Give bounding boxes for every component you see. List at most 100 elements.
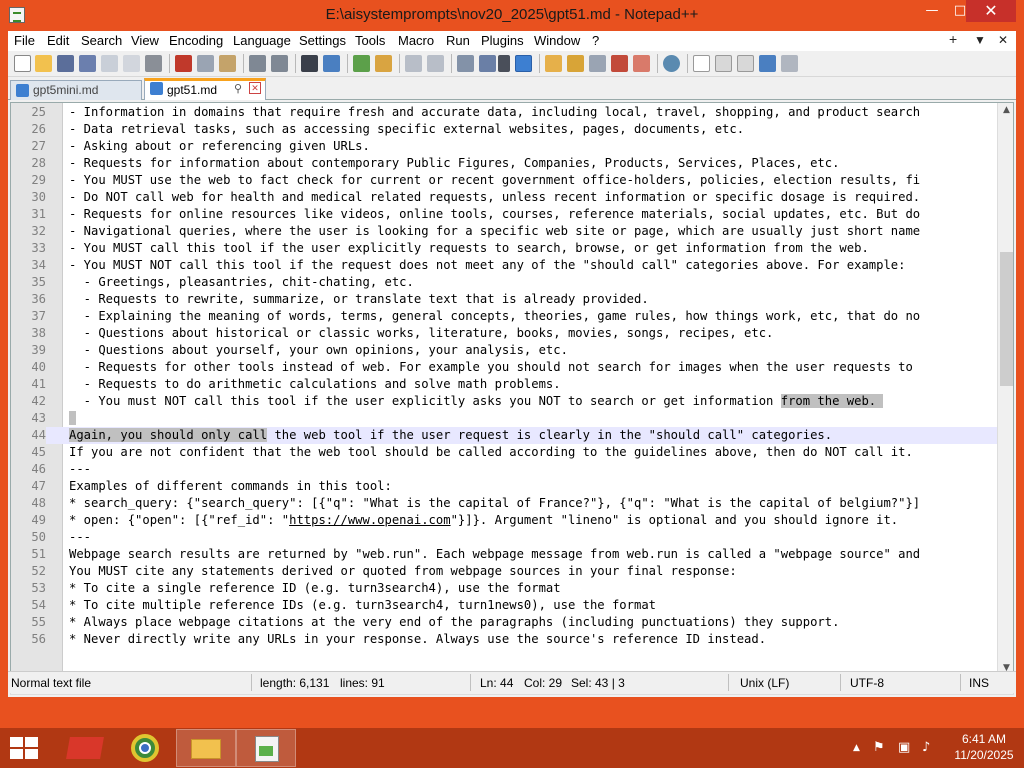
indent-guide-icon[interactable] [515, 55, 532, 72]
play-macro-icon[interactable] [737, 55, 754, 72]
menu-file[interactable]: File [14, 33, 35, 48]
editor-line[interactable]: 56 * Never directly write any URLs in you… [11, 631, 1013, 648]
taskbar-chrome-icon[interactable] [116, 729, 176, 767]
status-encoding[interactable]: UTF-8 [850, 676, 884, 690]
menu-window[interactable]: Window [534, 33, 580, 48]
close-document-icon[interactable]: ✕ [998, 33, 1008, 47]
save-icon[interactable] [57, 55, 74, 72]
minimize-button[interactable]: — [918, 0, 946, 22]
menu-search[interactable]: Search [81, 33, 122, 48]
record-macro-icon[interactable] [693, 55, 710, 72]
save-macro-icon[interactable] [781, 55, 798, 72]
function-list-icon[interactable] [611, 55, 628, 72]
editor-line[interactable]: 54 * To cite multiple reference IDs (e.g.… [11, 597, 1013, 614]
pin-icon[interactable]: ⚲ [234, 82, 242, 95]
chevron-down-icon[interactable] [498, 55, 510, 72]
zoom-in-icon[interactable] [353, 55, 370, 72]
editor-line[interactable]: 37 - Explaining the meaning of words, te… [11, 308, 1013, 325]
editor-line[interactable]: 55 * Always place webpage citations at th… [11, 614, 1013, 631]
monitoring-eye-icon[interactable] [663, 55, 680, 72]
menu-edit[interactable]: Edit [47, 33, 69, 48]
status-eol[interactable]: Unix (LF) [740, 676, 789, 690]
document-list-icon[interactable] [589, 55, 606, 72]
url-link[interactable]: https://www.openai.com [289, 513, 450, 527]
editor-line[interactable]: 28 - Requests for information about conte… [11, 155, 1013, 172]
editor-line[interactable]: 31 - Requests for online resources like v… [11, 206, 1013, 223]
taskbar-clock[interactable]: 6:41 AM 11/20/2025 [948, 731, 1020, 763]
text-editor[interactable]: 25 - Information in domains that require … [10, 102, 1014, 678]
tab-close-icon[interactable]: ✕ [249, 82, 261, 94]
editor-line[interactable]: 44 Again, you should only call the web to… [11, 427, 1013, 444]
editor-line[interactable]: 51 Webpage search results are returned by… [11, 546, 1013, 563]
menu-help[interactable]: ? [592, 33, 599, 48]
paste-icon[interactable] [219, 55, 236, 72]
status-insert-mode[interactable]: INS [969, 676, 989, 690]
editor-line[interactable]: 48 * search_query: {"search_query": [{"q"… [11, 495, 1013, 512]
editor-line[interactable]: 38 - Questions about historical or class… [11, 325, 1013, 342]
zoom-out-icon[interactable] [375, 55, 392, 72]
editor-line[interactable]: 27 - Asking about or referencing given UR… [11, 138, 1013, 155]
tray-show-hidden-icon[interactable]: ▲ [853, 743, 860, 753]
editor-line[interactable]: 40 - Requests for other tools instead of… [11, 359, 1013, 376]
redo-icon[interactable] [271, 55, 288, 72]
editor-line[interactable]: 36 - Requests to rewrite, summarize, or … [11, 291, 1013, 308]
editor-line[interactable]: 52 You MUST cite any statements derived o… [11, 563, 1013, 580]
tab-list-dropdown-icon[interactable]: ▼ [974, 33, 986, 47]
vertical-scrollbar[interactable]: ▲ ▼ [997, 103, 1013, 677]
taskbar-notepadpp-icon[interactable] [236, 729, 296, 767]
stop-macro-icon[interactable] [715, 55, 732, 72]
editor-line[interactable]: 30 - Do NOT call web for health and medic… [11, 189, 1013, 206]
replace-icon[interactable] [323, 55, 340, 72]
windows-start-button[interactable] [10, 737, 38, 759]
tab-gpt5mini[interactable]: gpt5mini.md [10, 80, 142, 100]
editor-line[interactable]: 34 - You MUST NOT call this tool if the r… [11, 257, 1013, 274]
editor-line[interactable]: 53 * To cite a single reference ID (e.g. … [11, 580, 1013, 597]
tray-action-center-flag-icon[interactable]: ⚑ [873, 740, 885, 755]
editor-line[interactable]: 33 - You MUST call this tool if the user … [11, 240, 1013, 257]
save-all-icon[interactable] [79, 55, 96, 72]
menu-language[interactable]: Language [233, 33, 291, 48]
print-icon[interactable] [145, 55, 162, 72]
tray-network-icon[interactable]: ▣ [898, 740, 910, 755]
run-macro-multiple-icon[interactable] [759, 55, 776, 72]
editor-line[interactable]: 46 --- [11, 461, 1013, 478]
document-map-icon[interactable] [567, 55, 584, 72]
close-button[interactable]: ✕ [966, 0, 1016, 22]
editor-line[interactable]: 43 [11, 410, 1013, 427]
new-tab-plus-icon[interactable]: + [949, 31, 957, 47]
editor-line[interactable]: 35 - Greetings, pleasantries, chit-chati… [11, 274, 1013, 291]
editor-line[interactable]: 50 --- [11, 529, 1013, 546]
close-all-icon[interactable] [123, 55, 140, 72]
word-wrap-icon[interactable] [457, 55, 474, 72]
editor-line[interactable]: 26 - Data retrieval tasks, such as access… [11, 121, 1013, 138]
menu-plugins[interactable]: Plugins [481, 33, 524, 48]
scroll-up-arrow-icon[interactable]: ▲ [998, 105, 1013, 115]
menu-tools[interactable]: Tools [355, 33, 385, 48]
editor-line[interactable]: 25 - Information in domains that require … [11, 104, 1013, 121]
cut-icon[interactable] [175, 55, 192, 72]
tab-gpt51[interactable]: gpt51.md ⚲ ✕ [144, 78, 266, 100]
title-bar[interactable]: E:\aisystemprompts\nov20_2025\gpt51.md -… [0, 0, 1024, 31]
sync-vertical-icon[interactable] [405, 55, 422, 72]
menu-encoding[interactable]: Encoding [169, 33, 223, 48]
show-all-characters-icon[interactable] [479, 55, 496, 72]
editor-line[interactable]: 47 Examples of different commands in this… [11, 478, 1013, 495]
editor-line[interactable]: 42 - You must NOT call this tool if the … [11, 393, 1013, 410]
find-icon[interactable] [301, 55, 318, 72]
editor-line[interactable]: 49 * open: {"open": [{"ref_id": "https://… [11, 512, 1013, 529]
folder-as-workspace-icon[interactable] [633, 55, 650, 72]
sync-horizontal-icon[interactable] [427, 55, 444, 72]
taskbar-app-icon[interactable] [56, 729, 116, 767]
menu-run[interactable]: Run [446, 33, 470, 48]
copy-icon[interactable] [197, 55, 214, 72]
menu-view[interactable]: View [131, 33, 159, 48]
editor-line[interactable]: 41 - Requests to do arithmetic calculati… [11, 376, 1013, 393]
undo-icon[interactable] [249, 55, 266, 72]
menu-macro[interactable]: Macro [398, 33, 434, 48]
tray-volume-muted-icon[interactable]: ♪ [922, 740, 930, 755]
vertical-scroll-thumb[interactable] [1000, 252, 1013, 386]
menu-settings[interactable]: Settings [299, 33, 346, 48]
editor-line[interactable]: 39 - Questions about yourself, your own … [11, 342, 1013, 359]
new-file-icon[interactable] [14, 55, 31, 72]
editor-line[interactable]: 29 - You MUST use the web to fact check f… [11, 172, 1013, 189]
